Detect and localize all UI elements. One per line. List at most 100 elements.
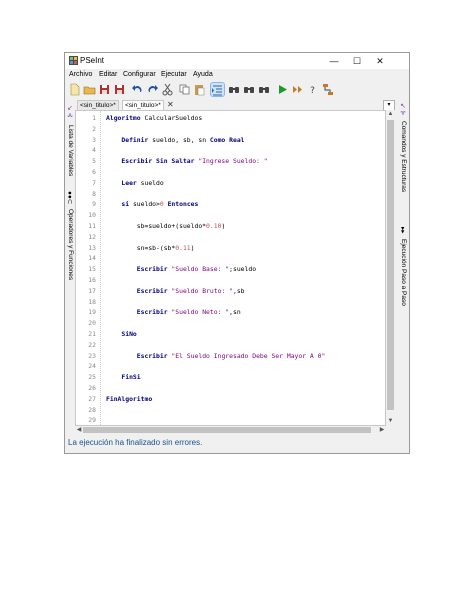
- variables-tab[interactable]: Lista de Variables: [67, 125, 74, 176]
- menu-configurar[interactable]: Configurar: [123, 71, 156, 78]
- code-text: FinSi: [106, 372, 140, 383]
- horizontal-scroll-thumb[interactable]: [83, 427, 371, 433]
- scroll-down-arrow-icon[interactable]: ▼: [386, 417, 395, 426]
- code-text: Leer sueldo: [106, 178, 164, 189]
- code-line: 25 FinSi: [76, 372, 385, 383]
- code-token: SiNo: [121, 330, 137, 338]
- copy-icon[interactable]: [178, 83, 191, 96]
- editor-horizontal-scrollbar[interactable]: ◀ ▶: [75, 426, 386, 434]
- code-token: FinAlgoritmo: [106, 394, 153, 403]
- code-text: Algoritmo CalcularSueldos: [106, 113, 202, 124]
- step-execution-tab[interactable]: Ejecución Paso a Paso: [400, 239, 407, 306]
- line-number: 15: [88, 265, 96, 274]
- code-line: 2: [76, 124, 385, 135]
- code-line: 18: [76, 297, 385, 308]
- save-as-icon[interactable]: [113, 83, 126, 96]
- svg-text:?: ?: [310, 86, 315, 96]
- code-token: Escribir: [136, 286, 172, 295]
- tab-close-icon[interactable]: ✕: [167, 100, 174, 109]
- code-text: FinAlgoritmo: [106, 394, 152, 405]
- find-next-icon[interactable]: [258, 83, 271, 96]
- line-number: 26: [88, 384, 96, 392]
- code-token: Definir: [121, 135, 153, 144]
- menu-ejecutar[interactable]: Ejecutar: [161, 71, 187, 78]
- run-icon[interactable]: [276, 83, 289, 96]
- menu-editar[interactable]: Editar: [99, 71, 117, 78]
- status-message: La ejecución ha finalizado sin errores.: [68, 438, 203, 447]
- find-prev-icon[interactable]: [243, 83, 256, 96]
- line-number: 6: [92, 168, 96, 176]
- code-token: sueldo: [140, 178, 164, 187]
- maximize-button[interactable]: ☐: [346, 53, 368, 69]
- redo-icon[interactable]: [146, 83, 159, 96]
- line-number: 13: [88, 243, 96, 252]
- new-file-icon[interactable]: [68, 83, 81, 96]
- code-line: 22: [76, 340, 385, 351]
- operators-icon[interactable]: ●●⊂: [66, 191, 74, 204]
- symbols-icon[interactable]: ↘ ⊰: [66, 105, 74, 118]
- commands-tab[interactable]: Comandos y Estructuras: [400, 121, 407, 192]
- line-number: 12: [88, 232, 96, 241]
- code-text: SiNo: [106, 329, 137, 340]
- window-title: PSeInt: [80, 56, 105, 65]
- code-text: si sueldo>0 Entonces: [106, 199, 198, 210]
- code-editor[interactable]: 1 Algoritmo CalcularSueldos 2 3 Definir sue…: [75, 110, 386, 426]
- step-icon[interactable]: [291, 83, 304, 96]
- line-number: 27: [88, 394, 96, 403]
- open-folder-icon[interactable]: [83, 83, 96, 96]
- line-number: 1: [92, 114, 96, 122]
- code-line: 20: [76, 318, 385, 329]
- vertical-scroll-thumb[interactable]: [387, 120, 394, 410]
- cut-icon[interactable]: [161, 83, 174, 96]
- code-line: 12: [76, 232, 385, 243]
- right-side-panel: ↙ ⊱ Comandos y Estructuras ▸▸ Ejecución …: [395, 99, 409, 434]
- code-token: Escribir: [136, 351, 172, 360]
- scroll-up-arrow-icon[interactable]: ▲: [386, 110, 395, 119]
- scroll-right-arrow-icon[interactable]: ▶: [378, 426, 386, 434]
- code-line: 19 Escribir "Sueldo Neto: ",sn: [76, 307, 385, 318]
- line-number: 16: [88, 276, 96, 284]
- menu-ayuda[interactable]: Ayuda: [193, 71, 213, 78]
- code-line: 6: [76, 167, 385, 178]
- code-token: "Sueldo Base: ": [171, 265, 230, 274]
- paste-icon[interactable]: [193, 83, 206, 96]
- code-token: 0.11: [175, 243, 191, 252]
- scroll-left-arrow-icon[interactable]: ◀: [75, 426, 83, 434]
- code-text: sb=sueldo+(sueldo*0.10): [106, 221, 226, 232]
- close-button[interactable]: ✕: [369, 53, 391, 69]
- editor-vertical-scrollbar[interactable]: ▲ ▼: [386, 110, 395, 426]
- code-text: Definir sueldo, sb, sn Como Real: [106, 135, 244, 146]
- code-token: Escribir: [136, 265, 172, 274]
- minimize-button[interactable]: —: [323, 53, 345, 69]
- code-token: CalcularSueldos: [144, 114, 203, 122]
- help-icon[interactable]: ?: [306, 83, 319, 96]
- code-text: Escribir "Sueldo Neto: ",sn: [106, 307, 241, 318]
- line-number: 22: [88, 340, 96, 349]
- code-line: 13 sn=sb-(sb*0.11): [76, 243, 385, 254]
- find-icon[interactable]: [228, 83, 241, 96]
- code-line: 5 Escribir Sin Saltar "Ingrese Sueldo: ": [76, 156, 385, 167]
- code-line: 14: [76, 253, 385, 264]
- step-icon[interactable]: ▸▸: [399, 227, 407, 234]
- tab-sin-titulo-1[interactable]: <sin_titulo>*: [77, 100, 119, 110]
- flowchart-icon[interactable]: [321, 83, 334, 96]
- indent-icon[interactable]: [210, 82, 225, 97]
- menu-archivo[interactable]: Archivo: [69, 71, 92, 78]
- code-line: 29: [76, 415, 385, 425]
- commands-icon[interactable]: ↙ ⊱: [399, 103, 407, 116]
- code-token: Escribir Sin Saltar: [121, 157, 199, 166]
- code-token: "El Sueldo Ingresado Debe Ser Mayor A 0": [171, 351, 326, 360]
- code-text: Escribir "Sueldo Bruto: ",sb: [106, 286, 245, 297]
- undo-icon[interactable]: [131, 83, 144, 96]
- tab-sin-titulo-2[interactable]: <sin_titulo>*: [122, 100, 164, 110]
- code-line: 7 Leer sueldo: [76, 178, 385, 189]
- save-icon[interactable]: [98, 83, 111, 96]
- line-number: 9: [92, 200, 96, 209]
- code-token: sb=sueldo+(sueldo*: [106, 222, 207, 230]
- operators-tab[interactable]: Operadores y Funciones: [67, 209, 74, 280]
